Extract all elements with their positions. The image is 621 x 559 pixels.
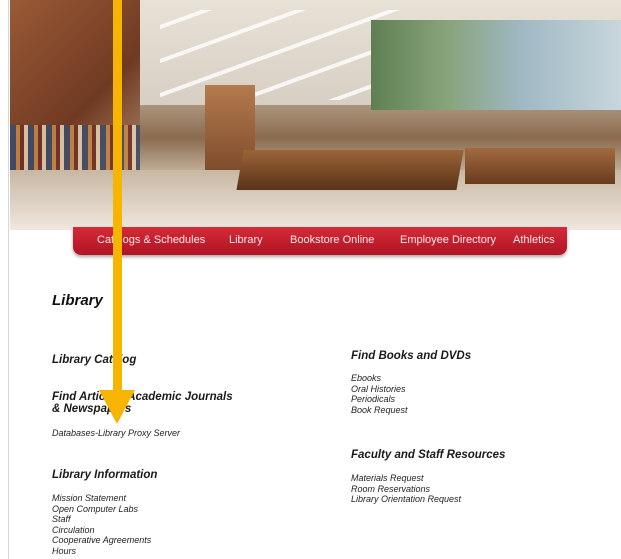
nav-item-employee-directory[interactable]: Employee Directory (400, 234, 496, 246)
library-information-list: Mission Statement Open Computer Labs Sta… (52, 493, 151, 556)
annotation-arrow-shaft (113, 0, 122, 400)
library-hero-photo (10, 0, 621, 230)
mission-statement-link[interactable]: Mission Statement (52, 493, 151, 504)
staff-link[interactable]: Staff (52, 514, 151, 525)
hours-link[interactable]: Hours (52, 546, 151, 557)
cooperative-agreements-link[interactable]: Cooperative Agreements (52, 535, 151, 546)
book-request-link[interactable]: Book Request (351, 405, 408, 416)
databases-list: Databases-Library Proxy Server (52, 428, 180, 439)
find-books-heading: Find Books and DVDs (351, 350, 472, 362)
library-orientation-request-link[interactable]: Library Orientation Request (351, 494, 461, 505)
page-title: Library (52, 292, 103, 309)
down-arrow-icon (99, 390, 135, 424)
circulation-link[interactable]: Circulation (52, 525, 151, 536)
faculty-resources-heading: Faculty and Staff Resources (351, 449, 506, 461)
materials-request-link[interactable]: Materials Request (351, 473, 461, 484)
ebooks-link[interactable]: Ebooks (351, 373, 408, 384)
nav-item-library[interactable]: Library (229, 234, 263, 246)
faculty-resources-list: Materials Request Room Reservations Libr… (351, 473, 461, 505)
databases-proxy-link[interactable]: Databases-Library Proxy Server (52, 428, 180, 439)
open-computer-labs-link[interactable]: Open Computer Labs (52, 504, 151, 515)
nav-item-bookstore-online[interactable]: Bookstore Online (290, 234, 374, 246)
nav-item-athletics[interactable]: Athletics (513, 234, 555, 246)
library-information-heading: Library Information (52, 469, 158, 481)
find-articles-heading: Find Articles, Academic Journals & Newsp… (52, 391, 233, 415)
periodicals-link[interactable]: Periodicals (351, 394, 408, 405)
find-articles-line1: Find Articles, Academic Journals (52, 391, 233, 403)
find-articles-line2: & Newspapers (52, 403, 132, 415)
main-nav-bar: Catalogs & Schedules Library Bookstore O… (73, 227, 567, 255)
room-reservations-link[interactable]: Room Reservations (351, 484, 461, 495)
find-books-list: Ebooks Oral Histories Periodicals Book R… (351, 373, 408, 415)
library-catalog-link[interactable]: Library Catalog (52, 354, 136, 366)
oral-histories-link[interactable]: Oral Histories (351, 384, 408, 395)
